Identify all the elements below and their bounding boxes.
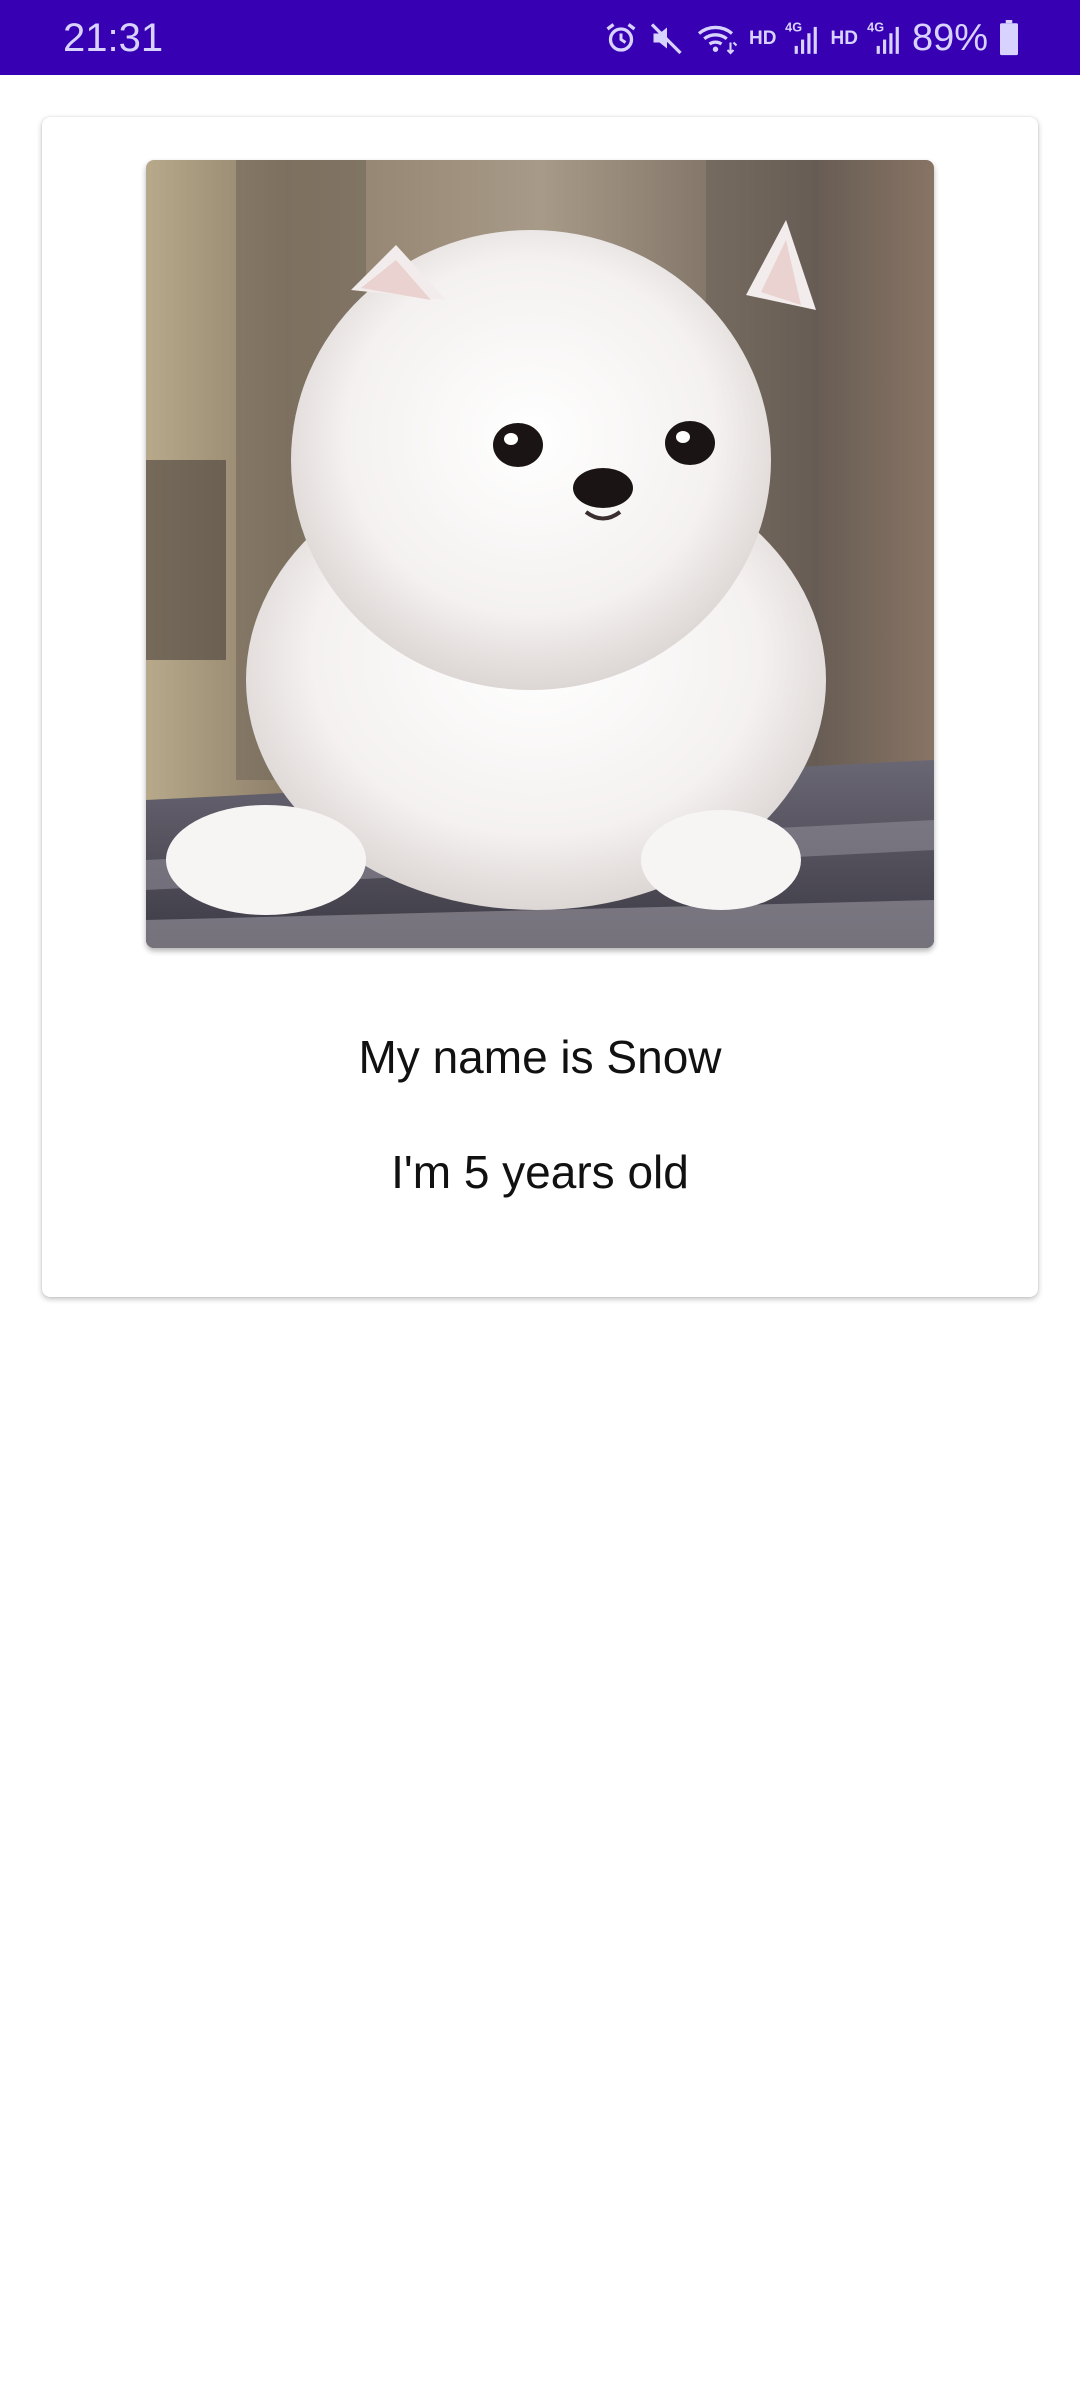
pet-age-text: I'm 5 years old — [391, 1146, 689, 1198]
network-label: 4G — [786, 21, 803, 35]
signal-icon: 4G — [864, 19, 902, 57]
status-bar: 21:31 HD 4G HD 4G 89% — [0, 0, 1080, 75]
alarm-icon — [603, 20, 639, 56]
hd-label: HD — [749, 27, 777, 49]
battery-percentage: 89% — [911, 17, 988, 59]
mute-icon — [649, 20, 685, 56]
hd-label: HD — [830, 27, 858, 49]
status-time: 21:31 — [63, 16, 164, 60]
battery-icon — [998, 20, 1020, 56]
pet-card: My name is Snow I'm 5 years old — [42, 117, 1038, 1297]
status-icons: HD 4G HD 4G 89% — [603, 14, 1020, 62]
dog-photo — [146, 160, 934, 948]
signal-icon: 4G — [782, 19, 820, 57]
pet-name-text: My name is Snow — [358, 1031, 722, 1083]
wifi-icon — [695, 20, 739, 56]
network-label: 4G — [867, 21, 884, 35]
